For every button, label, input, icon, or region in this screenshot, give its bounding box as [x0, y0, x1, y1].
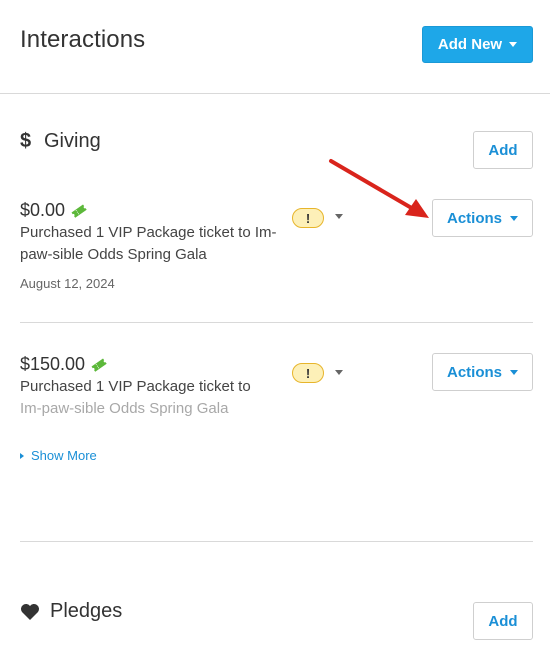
chevron-down-icon: [509, 42, 518, 47]
add-giving-button[interactable]: Add: [473, 131, 533, 169]
actions-button[interactable]: Actions: [432, 199, 533, 237]
actions-button[interactable]: Actions: [432, 353, 533, 391]
add-giving-label: Add: [488, 141, 518, 159]
chevron-down-icon[interactable]: [335, 370, 343, 375]
amount-value: $0.00: [20, 200, 66, 220]
giving-item-description: Purchased 1 VIP Package ticket to Im-paw…: [20, 224, 277, 263]
ticket-icon: [71, 204, 87, 218]
interactions-header: Interactions Add New: [0, 0, 550, 94]
add-pledges-label: Add: [488, 612, 518, 630]
warning-badge[interactable]: !: [292, 363, 324, 383]
chevron-down-icon: [510, 369, 518, 375]
pledges-section-heading: Pledges: [20, 600, 122, 623]
description-line: Purchased 1 VIP Package ticket to: [20, 378, 251, 395]
pledges-title: Pledges: [50, 600, 123, 622]
description-line-faded: Im-paw-sible Odds Spring Gala: [20, 400, 229, 417]
warning-badge[interactable]: !: [292, 208, 324, 228]
giving-title: Giving: [44, 130, 101, 152]
chevron-down-icon: [510, 215, 518, 221]
add-new-button[interactable]: Add New: [422, 26, 533, 63]
giving-item-amount: $0.00: [20, 200, 87, 221]
divider: [20, 541, 533, 542]
giving-section-heading: $ Giving: [20, 130, 101, 153]
heart-icon: [21, 603, 39, 620]
add-new-label: Add New: [437, 36, 503, 53]
giving-item-date: August 12, 2024: [20, 276, 115, 291]
dollar-icon: $: [20, 130, 32, 152]
chevron-right-icon: [20, 452, 24, 459]
show-more-label: Show More: [31, 448, 97, 463]
ticket-icon: [91, 358, 107, 372]
chevron-down-icon[interactable]: [335, 214, 343, 219]
actions-label: Actions: [446, 363, 502, 381]
giving-item-amount: $150.00: [20, 354, 107, 375]
show-more-link[interactable]: Show More: [20, 448, 97, 463]
actions-label: Actions: [446, 209, 502, 227]
add-pledges-button[interactable]: Add: [473, 602, 533, 640]
giving-item-description: Purchased 1 VIP Package ticket to Im-paw…: [20, 376, 280, 420]
amount-value: $150.00: [20, 354, 86, 374]
page-title: Interactions: [20, 26, 146, 53]
divider: [20, 322, 533, 323]
